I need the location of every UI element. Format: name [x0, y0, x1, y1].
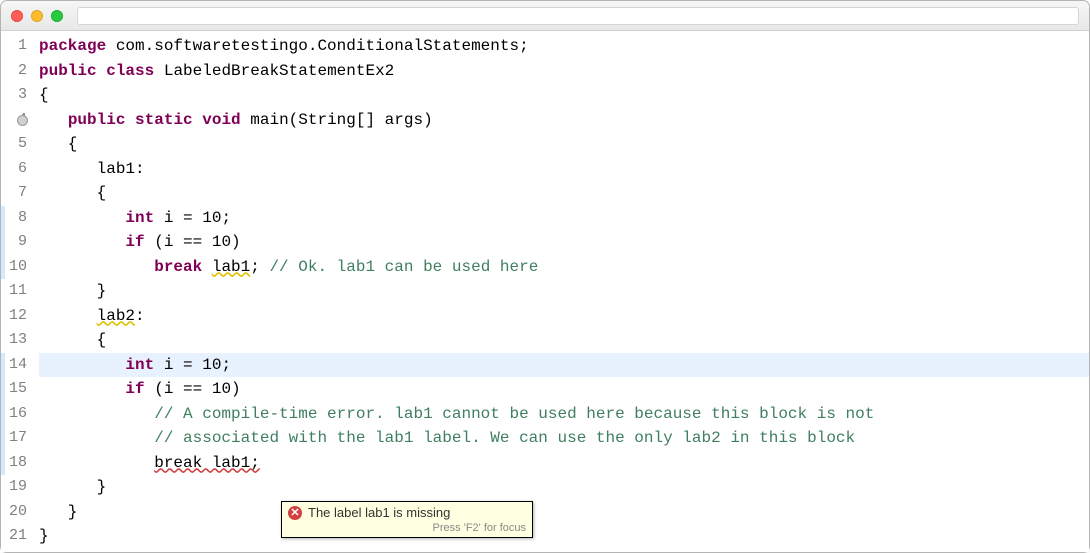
line-number: 2 — [1, 59, 27, 84]
line-number: 16 — [1, 402, 27, 427]
code-line[interactable]: { — [39, 181, 1089, 206]
code-line[interactable]: break lab1; // Ok. lab1 can be used here — [39, 255, 1089, 280]
code-line[interactable]: lab1: — [39, 157, 1089, 182]
line-number: 5 — [1, 132, 27, 157]
error-icon: ✕ — [288, 506, 302, 520]
code-line[interactable]: } — [39, 279, 1089, 304]
code-line[interactable]: // associated with the lab1 label. We ca… — [39, 426, 1089, 451]
code-line[interactable]: { — [39, 83, 1089, 108]
code-line[interactable]: { — [39, 132, 1089, 157]
line-number: 8 — [1, 206, 27, 231]
code-line[interactable]: public static void main(String[] args) — [39, 108, 1089, 133]
code-line[interactable]: if (i == 10) — [39, 377, 1089, 402]
code-line[interactable]: package com.softwaretestingo.Conditional… — [39, 34, 1089, 59]
line-number: 9 — [1, 230, 27, 255]
line-number: 13 — [1, 328, 27, 353]
line-number: 15 — [1, 377, 27, 402]
line-number: 20 — [1, 500, 27, 525]
line-number: 12 — [1, 304, 27, 329]
line-number: 17 — [1, 426, 27, 451]
line-number: 21 — [1, 524, 27, 549]
line-number: 3 — [1, 83, 27, 108]
close-button[interactable] — [11, 10, 23, 22]
line-number: 10 — [1, 255, 27, 280]
code-line[interactable]: int i = 10; — [39, 353, 1089, 378]
code-line[interactable]: { — [39, 328, 1089, 353]
code-line[interactable]: int i = 10; — [39, 206, 1089, 231]
line-number-gutter: 123456789101112131415161718192021 — [1, 31, 31, 552]
titlebar — [1, 1, 1089, 31]
tooltip-message: The label lab1 is missing — [308, 505, 450, 520]
line-number: 14 — [1, 353, 27, 378]
tooltip-message-row: ✕ The label lab1 is missing — [288, 505, 526, 520]
line-number: 6 — [1, 157, 27, 182]
code-line[interactable]: } — [39, 500, 1089, 525]
zoom-button[interactable] — [51, 10, 63, 22]
code-line[interactable]: } — [39, 524, 1089, 549]
code-line[interactable]: lab2: — [39, 304, 1089, 329]
line-number: 11 — [1, 279, 27, 304]
minimize-button[interactable] — [31, 10, 43, 22]
code-line[interactable]: } — [39, 475, 1089, 500]
tooltip-hint: Press 'F2' for focus — [288, 522, 526, 534]
editor-window: 123456789101112131415161718192021 packag… — [0, 0, 1090, 553]
title-field[interactable] — [77, 7, 1079, 25]
code-line[interactable]: // A compile-time error. lab1 cannot be … — [39, 402, 1089, 427]
code-editor[interactable]: 123456789101112131415161718192021 packag… — [1, 31, 1089, 552]
code-line[interactable]: break lab1; — [39, 451, 1089, 476]
code-line[interactable]: public class LabeledBreakStatementEx2 — [39, 59, 1089, 84]
line-number: 7 — [1, 181, 27, 206]
error-tooltip[interactable]: ✕ The label lab1 is missing Press 'F2' f… — [281, 501, 533, 538]
line-number: 19 — [1, 475, 27, 500]
line-number: 18 — [1, 451, 27, 476]
code-area[interactable]: package com.softwaretestingo.Conditional… — [31, 31, 1089, 552]
line-number: 4 — [1, 108, 27, 133]
code-line[interactable]: if (i == 10) — [39, 230, 1089, 255]
line-number: 1 — [1, 34, 27, 59]
window-controls — [11, 10, 63, 22]
